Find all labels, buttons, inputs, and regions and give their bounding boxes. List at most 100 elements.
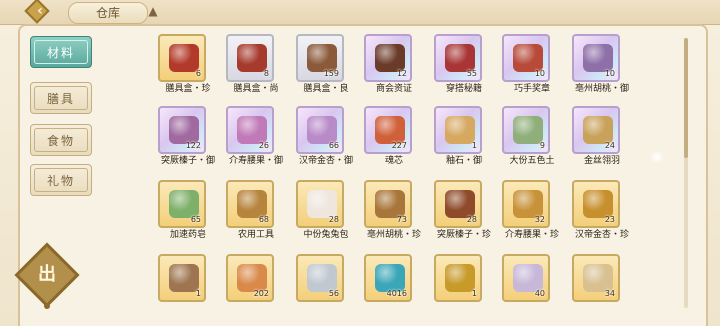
item-count: 159 — [323, 69, 339, 78]
tab-materials[interactable]: 材料 — [30, 36, 92, 68]
item-count: 8 — [263, 69, 269, 78]
tab-label: 膳具 — [46, 92, 75, 106]
item-slot[interactable]: 227 — [364, 106, 412, 154]
cashew-icon — [513, 190, 543, 218]
red-box-icon — [169, 44, 199, 72]
item-cell[interactable]: 32 介寿腰果・珍 — [498, 180, 566, 242]
item-count: 10 — [604, 69, 615, 78]
item-slot[interactable]: 4016 — [364, 254, 412, 302]
item-slot[interactable]: 28 — [434, 180, 482, 228]
ticket-icon — [375, 264, 405, 292]
soap-icon — [169, 190, 199, 218]
item-slot[interactable]: 24 — [572, 106, 620, 154]
item-slot[interactable]: 34 — [572, 254, 620, 302]
item-grid: 6 膳具盒・珍 8 膳具盒・尚 159 膳具盒・良 12 商会资证 55 穿搭秘籍 10 巧手奖章 10… — [154, 34, 694, 326]
book-icon — [445, 44, 475, 72]
item-count: 1 — [471, 289, 477, 298]
item-count: 56 — [328, 289, 339, 298]
gold-ticket-icon — [445, 264, 475, 292]
item-count: 68 — [258, 215, 269, 224]
tool-chest-icon — [237, 190, 267, 218]
item-count: 24 — [604, 141, 615, 150]
tab-label: 食物 — [46, 134, 75, 148]
item-slot[interactable]: 9 — [502, 106, 550, 154]
bun-icon — [307, 190, 337, 218]
item-cell[interactable]: 10 亳州胡桃・御 — [568, 34, 636, 96]
item-slot[interactable]: 66 — [296, 106, 344, 154]
item-count: 28 — [328, 215, 339, 224]
item-slot[interactable]: 65 — [158, 180, 206, 228]
item-cell[interactable]: 40 — [498, 254, 566, 316]
item-count: 65 — [190, 215, 201, 224]
hazelnut-icon — [169, 116, 199, 144]
item-slot[interactable]: 1 — [434, 106, 482, 154]
item-cell[interactable]: 24 金丝翎羽 — [568, 106, 636, 168]
item-slot[interactable]: 68 — [226, 180, 274, 228]
item-cell[interactable]: 12 商会资证 — [360, 34, 428, 96]
item-count: 73 — [396, 215, 407, 224]
tab-food[interactable]: 食物 — [30, 124, 92, 156]
item-cell[interactable]: 10 巧手奖章 — [498, 34, 566, 96]
back-button[interactable]: ‹ — [6, 0, 68, 24]
brown-box-icon — [307, 44, 337, 72]
item-cell[interactable]: 9 大份五色土 — [498, 106, 566, 168]
item-count: 23 — [604, 215, 615, 224]
scrollbar-thumb[interactable] — [684, 38, 688, 158]
item-cell[interactable]: 23 汉帝金杏・珍 — [568, 180, 636, 242]
cloth-bundle-icon — [169, 264, 199, 292]
item-cell[interactable]: 26 介寿腰果・御 — [222, 106, 290, 168]
tab-label: 材料 — [46, 46, 75, 60]
item-slot[interactable]: 10 — [572, 34, 620, 82]
item-slot[interactable]: 202 — [226, 254, 274, 302]
item-slot[interactable]: 55 — [434, 34, 482, 82]
item-cell[interactable]: 73 亳州胡桃・珍 — [360, 180, 428, 242]
item-slot[interactable]: 10 — [502, 34, 550, 82]
apricot-icon — [307, 116, 337, 144]
building-card-icon — [583, 264, 613, 292]
red-box-icon — [237, 44, 267, 72]
recipe-scroll-icon — [237, 264, 267, 292]
item-cell[interactable]: 202 — [222, 254, 290, 316]
star-icon: ▲ — [148, 4, 158, 18]
tab-gifts[interactable]: 礼物 — [30, 164, 92, 196]
item-slot[interactable]: 32 — [502, 180, 550, 228]
item-cell[interactable]: 34 — [568, 254, 636, 316]
item-cell[interactable]: 227 魂芯 — [360, 106, 428, 168]
item-cell[interactable]: 1 — [154, 254, 222, 316]
tab-label: 礼物 — [46, 174, 75, 188]
item-slot[interactable]: 26 — [226, 106, 274, 154]
item-name: 金丝翎羽 — [583, 156, 620, 166]
item-count: 66 — [328, 141, 339, 150]
item-slot[interactable]: 6 — [158, 34, 206, 82]
item-cell[interactable]: 56 — [292, 254, 360, 316]
item-slot[interactable]: 8 — [226, 34, 274, 82]
item-count: 10 — [534, 69, 545, 78]
item-slot[interactable]: 122 — [158, 106, 206, 154]
feather-icon — [583, 116, 613, 144]
item-count: 227 — [391, 141, 407, 150]
item-cell[interactable]: 4016 — [360, 254, 428, 316]
item-cell[interactable]: 1 — [430, 254, 498, 316]
item-slot[interactable]: 56 — [296, 254, 344, 302]
chevron-left-icon: ‹ — [37, 3, 43, 19]
item-cell[interactable]: 8 膳具盒・尚 — [222, 34, 290, 96]
apricot-icon — [583, 190, 613, 218]
item-slot[interactable]: 73 — [364, 180, 412, 228]
glaze-stone-icon — [445, 116, 475, 144]
soul-core-icon — [375, 116, 405, 144]
item-slot[interactable]: 12 — [364, 34, 412, 82]
item-cell[interactable]: 68 农用工具 — [222, 180, 290, 242]
bowl-icon — [307, 264, 337, 292]
item-slot[interactable]: 40 — [502, 254, 550, 302]
item-slot[interactable]: 1 — [158, 254, 206, 302]
top-bar: ‹ 仓库 ▲ — [0, 0, 720, 25]
item-count: 40 — [534, 289, 545, 298]
item-slot[interactable]: 1 — [434, 254, 482, 302]
item-count: 1 — [195, 289, 201, 298]
item-count: 202 — [253, 289, 269, 298]
item-slot[interactable]: 159 — [296, 34, 344, 82]
item-slot[interactable]: 23 — [572, 180, 620, 228]
item-slot[interactable]: 28 — [296, 180, 344, 228]
item-count: 26 — [258, 141, 269, 150]
tab-utensils[interactable]: 膳具 — [30, 82, 92, 114]
